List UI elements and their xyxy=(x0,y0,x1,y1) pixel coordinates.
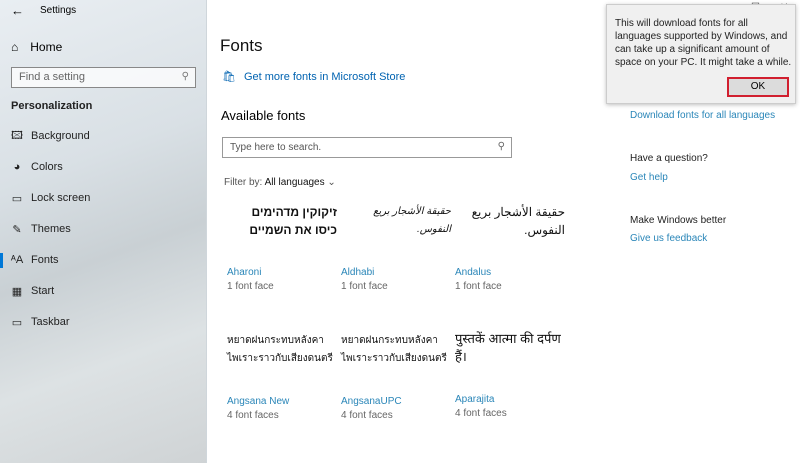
label: Colors xyxy=(31,161,63,173)
filter-value: All languages xyxy=(265,177,325,188)
download-confirm-dialog: This will download fonts for all languag… xyxy=(606,4,796,104)
store-link-label: Get more fonts in Microsoft Store xyxy=(244,71,405,83)
font-name: Aldhabi xyxy=(341,267,374,278)
font-search-input[interactable]: Type here to search. ⚲ xyxy=(222,137,512,158)
store-link[interactable]: 🛍 Get more fonts in Microsoft Store xyxy=(222,70,405,83)
font-card[interactable]: หยาดฝนกระทบหลังคา ไพเราะราวกับเสียงดนตรี… xyxy=(227,332,337,392)
give-feedback-link[interactable]: Give us feedback xyxy=(630,233,707,244)
label: Fonts xyxy=(31,254,59,266)
available-fonts-heading: Available fonts xyxy=(221,108,305,123)
font-name: Andalus xyxy=(455,267,491,278)
feedback-heading: Make Windows better xyxy=(630,215,726,226)
font-card[interactable]: حقيقة الأشجار بريع النفوس.Aldhabi1 font … xyxy=(341,203,451,263)
store-icon: 🛍 xyxy=(222,70,236,83)
font-faces: 1 font face xyxy=(455,281,502,292)
sidebar-home[interactable]: ⌂ Home xyxy=(11,40,62,54)
sidebar-item-fonts[interactable]: ᴬA Fonts xyxy=(0,248,207,272)
font-sample: זיקוקין מדהימים כיסו את השמיים xyxy=(227,203,337,263)
lock-screen-icon: ▭ xyxy=(10,192,24,205)
start-icon: ▦ xyxy=(10,285,24,298)
label: Taskbar xyxy=(31,316,70,328)
taskbar-icon: ▭ xyxy=(10,316,24,329)
section-heading: Personalization xyxy=(11,100,92,112)
search-icon: ⚲ xyxy=(498,141,505,152)
filter-label: Filter by: xyxy=(224,177,262,188)
font-sample: หยาดฝนกระทบหลังคา ไพเราะราวกับเสียงดนตรี xyxy=(341,332,451,392)
home-icon: ⌂ xyxy=(11,40,18,54)
ok-button[interactable]: OK xyxy=(727,77,789,97)
back-arrow-icon[interactable]: ← xyxy=(11,3,24,18)
font-faces: 1 font face xyxy=(341,281,388,292)
placeholder: Type here to search. xyxy=(230,142,321,153)
font-faces: 4 font faces xyxy=(341,410,393,421)
font-card[interactable]: حقيقة الأشجار بريع النفوس.Andalus1 font … xyxy=(455,203,565,263)
sidebar-item-taskbar[interactable]: ▭ Taskbar xyxy=(0,310,207,334)
font-sample: หยาดฝนกระทบหลังคา ไพเราะราวกับเสียงดนตรี xyxy=(227,332,337,392)
palette-icon: ◕ xyxy=(10,161,24,173)
search-icon: ⚲ xyxy=(182,71,189,82)
question-heading: Have a question? xyxy=(630,153,708,164)
get-help-link[interactable]: Get help xyxy=(630,172,668,183)
font-name: AngsanaUPC xyxy=(341,396,402,407)
fonts-icon: ᴬA xyxy=(10,254,24,266)
label: Start xyxy=(31,285,54,297)
sidebar-item-themes[interactable]: ✎ Themes xyxy=(0,217,207,241)
font-card[interactable]: หยาดฝนกระทบหลังคา ไพเราะราวกับเสียงดนตรี… xyxy=(341,332,451,392)
download-all-languages-link[interactable]: Download fonts for all languages xyxy=(630,110,775,121)
font-name: Angsana New xyxy=(227,396,289,407)
font-card[interactable]: זיקוקין מדהימים כיסו את השמייםAharoni1 f… xyxy=(227,203,337,263)
picture-icon: 🖾 xyxy=(10,127,24,146)
find-setting-input[interactable]: Find a setting ⚲ xyxy=(11,67,196,88)
themes-icon: ✎ xyxy=(10,223,24,236)
font-sample: पुस्तकें आत्मा की दर्पण हैं। xyxy=(455,330,565,390)
font-faces: 4 font faces xyxy=(455,408,507,419)
search-placeholder: Find a setting xyxy=(19,71,85,83)
font-sample: حقيقة الأشجار بريع النفوس. xyxy=(455,203,565,263)
font-name: Aparajita xyxy=(455,394,494,405)
label: Lock screen xyxy=(31,192,90,204)
sidebar-item-colors[interactable]: ◕ Colors xyxy=(0,155,207,179)
font-name: Aharoni xyxy=(227,267,261,278)
font-card[interactable]: पुस्तकें आत्मा की दर्पण हैं।Aparajita4 f… xyxy=(455,330,565,390)
sidebar-item-lock-screen[interactable]: ▭ Lock screen xyxy=(0,186,207,210)
page-title: Fonts xyxy=(220,36,263,56)
font-faces: 1 font face xyxy=(227,281,274,292)
label: Themes xyxy=(31,223,71,235)
filter-dropdown[interactable]: Filter by: All languages ⌄ xyxy=(224,177,336,188)
window-title: Settings xyxy=(40,5,76,16)
chevron-down-icon: ⌄ xyxy=(327,177,335,188)
sidebar-item-background[interactable]: 🖾 Background xyxy=(0,124,207,148)
home-label: Home xyxy=(30,40,62,54)
sidebar-item-start[interactable]: ▦ Start xyxy=(0,279,207,303)
font-faces: 4 font faces xyxy=(227,410,279,421)
sidebar: ← Settings ⌂ Home Find a setting ⚲ Persona… xyxy=(0,0,207,463)
label: Background xyxy=(31,130,90,142)
dialog-message: This will download fonts for all languag… xyxy=(615,17,793,69)
font-sample: حقيقة الأشجار بريع النفوس. xyxy=(341,203,451,263)
